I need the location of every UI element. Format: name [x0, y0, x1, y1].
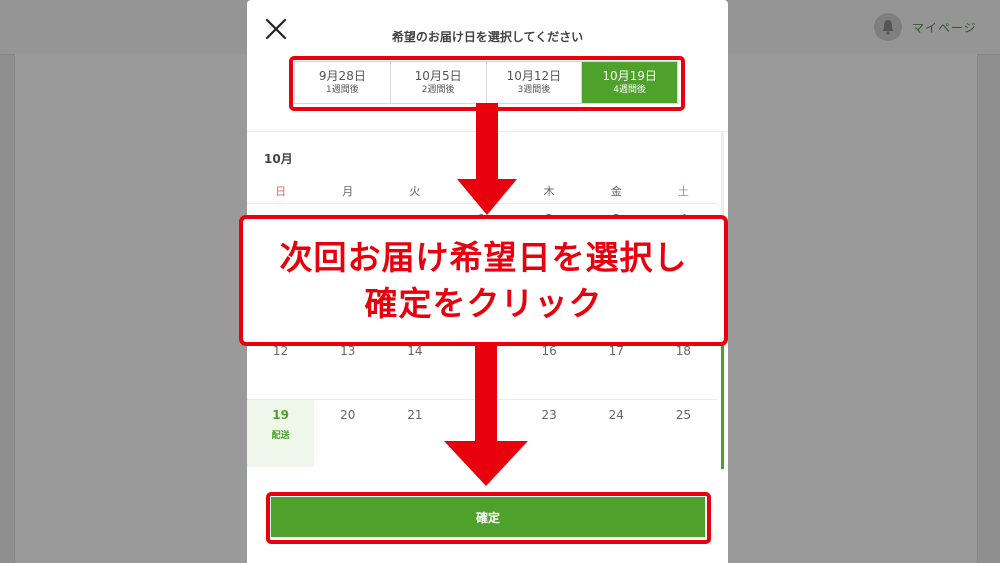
calendar-day: 25: [675, 408, 692, 422]
weekday-sat: 土: [677, 185, 689, 198]
scrollbar-thumb[interactable]: [721, 341, 724, 469]
weekday-sun: 日: [275, 185, 287, 198]
calendar-day: 24: [608, 408, 624, 422]
calendar-day-number: 19: [272, 408, 289, 422]
modal-title: 希望のお届け日を選択してください: [391, 30, 584, 44]
calendar-day: 21: [407, 408, 423, 422]
calendar-month: 10月: [264, 152, 293, 166]
calendar-day: 20: [340, 408, 356, 422]
down-arrow-icon: [444, 345, 528, 486]
weekday-mon: 月: [342, 185, 354, 198]
instruction-line-1: 次回お届け希望日を選択し: [279, 237, 688, 277]
confirm-highlight-box: [266, 492, 711, 544]
instruction-line-2: 確定をクリック: [364, 283, 603, 323]
mypage-link[interactable]: マイページ: [912, 19, 977, 36]
weekday-thu: 木: [543, 185, 555, 198]
delivery-tag: 配送: [271, 431, 290, 441]
down-arrow-icon: [457, 103, 517, 215]
weekday-fri: 金: [610, 185, 622, 198]
bell-icon[interactable]: [874, 13, 902, 41]
instruction-callout: 次回お届け希望日を選択し 確定をクリック: [239, 215, 728, 346]
weekday-tue: 火: [409, 185, 421, 198]
calendar-day-selected[interactable]: 19 配送: [247, 400, 315, 467]
